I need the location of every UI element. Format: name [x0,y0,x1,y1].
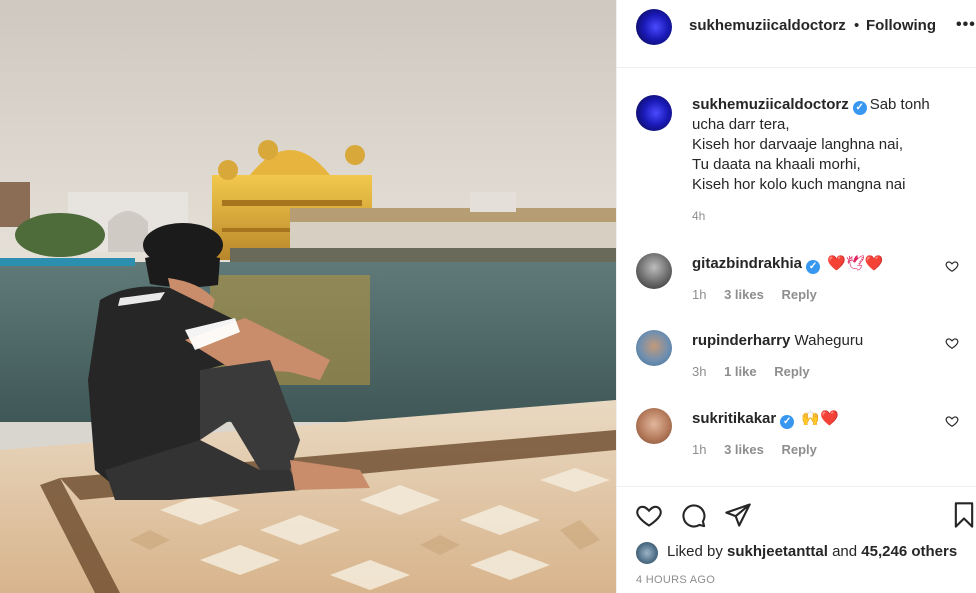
comment-likes[interactable]: 3 likes [724,442,764,457]
golden-temple-photo [0,0,616,593]
commenter-username[interactable]: sukritikakar [692,410,776,427]
comment-text: gitazbindrakhia ✓ ❤️🕊❤️ [692,254,884,274]
comment-likes[interactable]: 3 likes [724,287,764,302]
author-avatar[interactable] [636,9,672,45]
comment-meta: 1h 3 likes Reply [692,442,831,457]
comment-likes[interactable]: 1 like [724,364,757,379]
comment-item: sukritikakar ✓ 🙌❤️ 1h 3 likes Reply [617,408,976,478]
caption-line: Kiseh hor kolo kuch mangna nai [692,176,906,193]
commenter-username[interactable]: rupinderharry [692,332,790,349]
comment-text: sukritikakar ✓ 🙌❤️ [692,409,839,429]
and-label: and [832,543,858,560]
verified-badge-icon: ✓ [806,260,821,274]
caption-line: Kiseh hor darvaaje langhna nai, [692,136,903,153]
comment-like-heart-icon[interactable] [945,336,959,350]
comment-time[interactable]: 1h [692,287,706,302]
reply-button[interactable]: Reply [774,364,809,379]
caption-username[interactable]: sukhemuziicaldoctorz [692,96,849,113]
comment-body: ❤️🕊❤️ [827,255,884,272]
comment-body: 🙌❤️ [801,410,839,427]
liked-by-label: Liked by [667,543,723,560]
reply-button[interactable]: Reply [781,442,816,457]
liker-avatar[interactable] [636,542,658,564]
caption-avatar[interactable] [636,95,672,131]
comment-meta: 3h 1 like Reply [692,364,824,379]
caption-line: Sab tonh [869,96,930,113]
commenter-avatar[interactable] [636,253,672,289]
post-actions: Liked by sukhjeetanttal and 45,246 other… [617,486,976,593]
caption-line: Tu daata na khaali morhi, [692,156,861,173]
comment-item: gitazbindrakhia ✓ ❤️🕊❤️ 1h 3 likes Reply [617,253,976,323]
comment-icon[interactable] [679,501,707,529]
others-count[interactable]: 45,246 others [861,543,957,560]
caption-line: ucha darr tera, [692,116,790,133]
comment-time[interactable]: 1h [692,442,706,457]
caption-text: sukhemuziicaldoctorz ✓ Sab tonh ucha darr … [692,95,962,195]
comment-like-heart-icon[interactable] [945,259,959,273]
comment-body: Waheguru [794,332,864,349]
post-timestamp[interactable]: 4 HOURS AGO [636,574,715,586]
bookmark-icon[interactable] [950,501,976,529]
verified-badge-icon: ✓ [852,101,867,115]
commenter-username[interactable]: gitazbindrakhia [692,255,802,272]
send-icon[interactable] [724,501,752,529]
more-options-icon[interactable]: ••• [956,16,976,34]
heart-icon[interactable] [635,501,663,529]
reply-button[interactable]: Reply [781,287,816,302]
comment-time[interactable]: 3h [692,364,706,379]
comment-like-heart-icon[interactable] [945,414,959,428]
commenter-avatar[interactable] [636,408,672,444]
liker-username[interactable]: sukhjeetanttal [727,543,828,560]
verified-badge-icon: ✓ [780,415,795,429]
caption-time[interactable]: 4h [692,209,705,223]
comment-item: rupinderharry Waheguru 3h 1 like Reply [617,330,976,400]
comment-text: rupinderharry Waheguru [692,331,863,351]
commenter-avatar[interactable] [636,330,672,366]
separator-dot: • [854,17,860,34]
author-username[interactable]: sukhemuziicaldoctorz [689,17,846,34]
post-photo[interactable] [0,0,616,593]
post-header: sukhemuziicaldoctorz • Following ••• [617,0,976,68]
comment-meta: 1h 3 likes Reply [692,287,831,302]
following-button[interactable]: Following [866,17,936,34]
post-sidebar: sukhemuziicaldoctorz • Following ••• suk… [616,0,976,593]
